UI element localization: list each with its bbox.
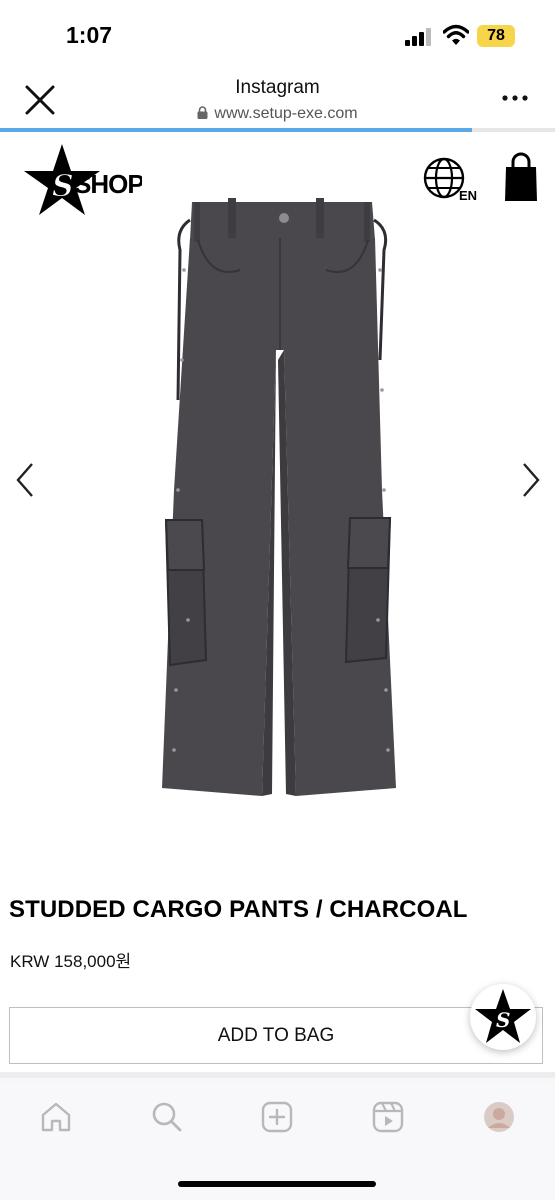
page-load-progress-fill <box>0 128 472 132</box>
language-selector[interactable]: EN <box>422 156 482 204</box>
chevron-left-icon[interactable] <box>12 460 38 500</box>
wifi-icon <box>443 24 469 45</box>
status-time: 1:07 <box>66 22 113 48</box>
url-text: www.setup-exe.com <box>214 105 358 122</box>
profile-avatar[interactable] <box>482 1100 516 1134</box>
create-icon[interactable] <box>260 1100 294 1134</box>
battery-indicator: 78 <box>477 25 515 47</box>
product-price: KRW 158,000원 <box>10 952 132 971</box>
svg-text:S: S <box>496 1008 510 1032</box>
product-image <box>162 198 396 796</box>
browser-title: Instagram <box>235 77 320 98</box>
status-bar: 1:07 78 <box>0 0 555 68</box>
search-icon[interactable] <box>150 1100 184 1134</box>
chat-badge[interactable]: S <box>470 984 536 1050</box>
home-indicator <box>178 1181 376 1187</box>
page-load-progress <box>0 128 555 132</box>
cellular-signal-icon <box>405 28 431 46</box>
home-icon[interactable] <box>39 1100 73 1134</box>
lock-icon <box>197 106 208 119</box>
add-to-bag-button[interactable]: ADD TO BAG <box>9 1007 543 1064</box>
shop-logo[interactable]: S SHOP <box>18 142 142 218</box>
chevron-right-icon[interactable] <box>518 460 544 500</box>
more-options-icon[interactable] <box>500 92 530 104</box>
logo-text: SHOP <box>74 169 142 199</box>
svg-text:S: S <box>52 169 74 204</box>
in-app-browser-header: Instagram www.setup-exe.com <box>0 68 555 130</box>
browser-url: www.setup-exe.com <box>0 105 555 123</box>
star-logo-icon: S <box>475 989 531 1043</box>
shopping-bag-icon[interactable] <box>503 152 539 202</box>
product-title: STUDDED CARGO PANTS / CHARCOAL <box>9 896 468 923</box>
reels-icon[interactable] <box>371 1100 405 1134</box>
language-code: EN <box>459 188 478 203</box>
